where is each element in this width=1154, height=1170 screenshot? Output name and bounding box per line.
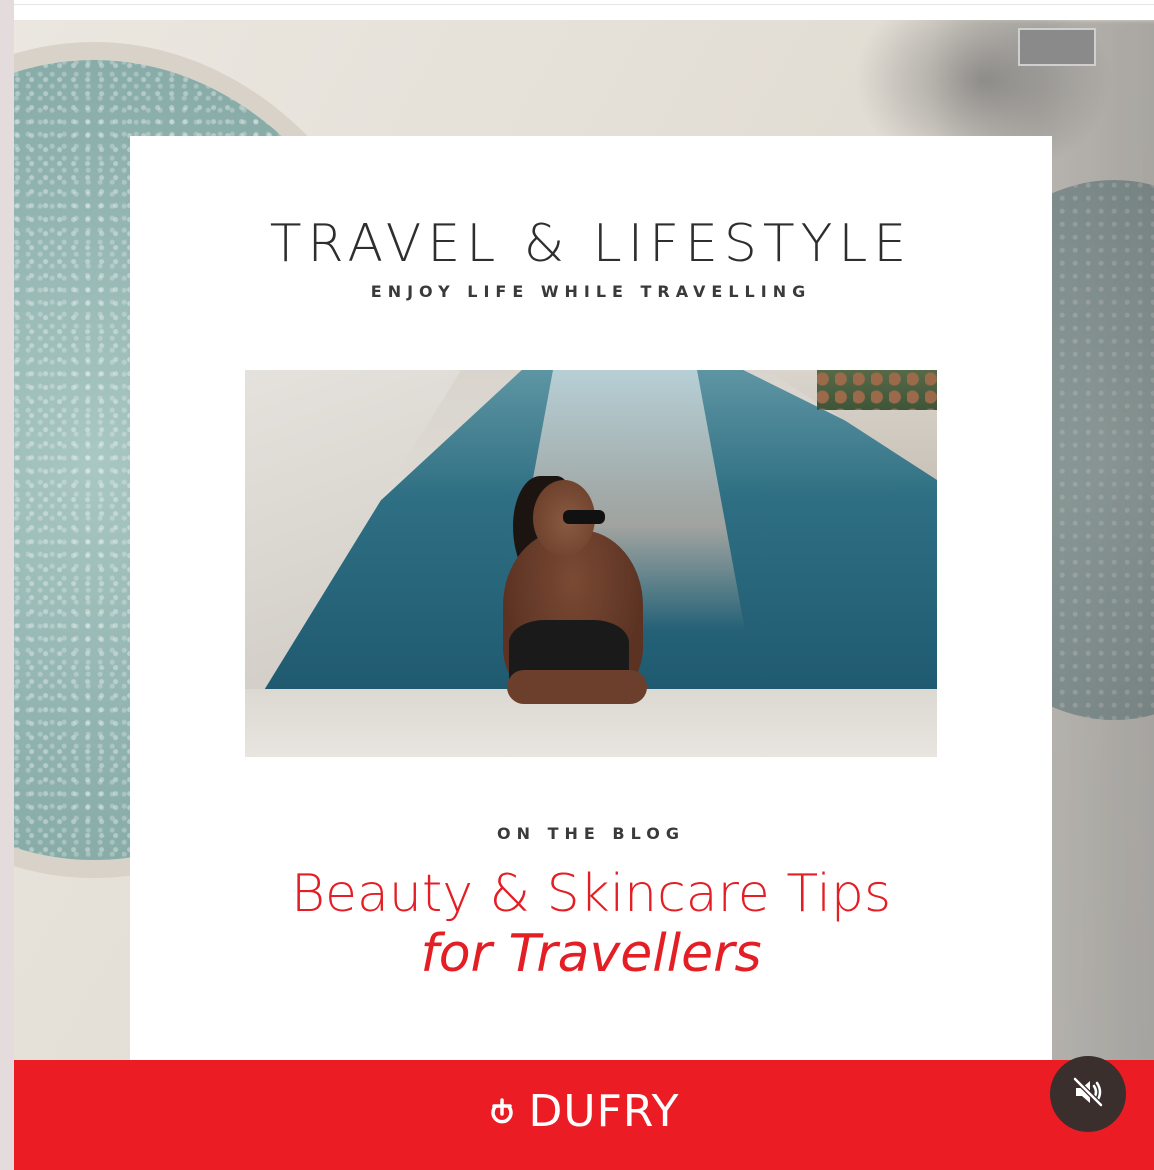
muted-speaker-icon: [1070, 1074, 1106, 1115]
headline-line-1: Beauty & Skincare Tips: [290, 864, 892, 924]
photo-woman-sunglasses: [563, 510, 605, 524]
dufry-logo-icon: [488, 1090, 516, 1124]
photo-woman-arm: [507, 670, 647, 704]
card-subtitle: ENJOY LIFE WHILE TRAVELLING: [370, 282, 812, 301]
left-gutter: [0, 0, 14, 1170]
photo-plants: [817, 370, 937, 410]
background-sign: [1018, 28, 1096, 66]
blog-card: TRAVEL & LIFESTYLE ENJOY LIFE WHILE TRAV…: [130, 136, 1052, 1066]
blog-kicker: ON THE BLOG: [497, 824, 685, 843]
brand-logo: DUFRY: [14, 1090, 1154, 1142]
page: TRAVEL & LIFESTYLE ENJOY LIFE WHILE TRAV…: [0, 0, 1154, 1170]
brand-bar: DUFRY: [14, 1060, 1154, 1170]
brand-name: DUFRY: [528, 1086, 680, 1137]
card-title: TRAVEL & LIFESTYLE: [269, 214, 913, 274]
featured-photo: [245, 370, 937, 757]
mute-toggle-button[interactable]: [1050, 1056, 1126, 1132]
headline-line-2: for Travellers: [420, 924, 762, 984]
media-post[interactable]: TRAVEL & LIFESTYLE ENJOY LIFE WHILE TRAV…: [14, 20, 1154, 1170]
top-divider: [14, 4, 1154, 5]
